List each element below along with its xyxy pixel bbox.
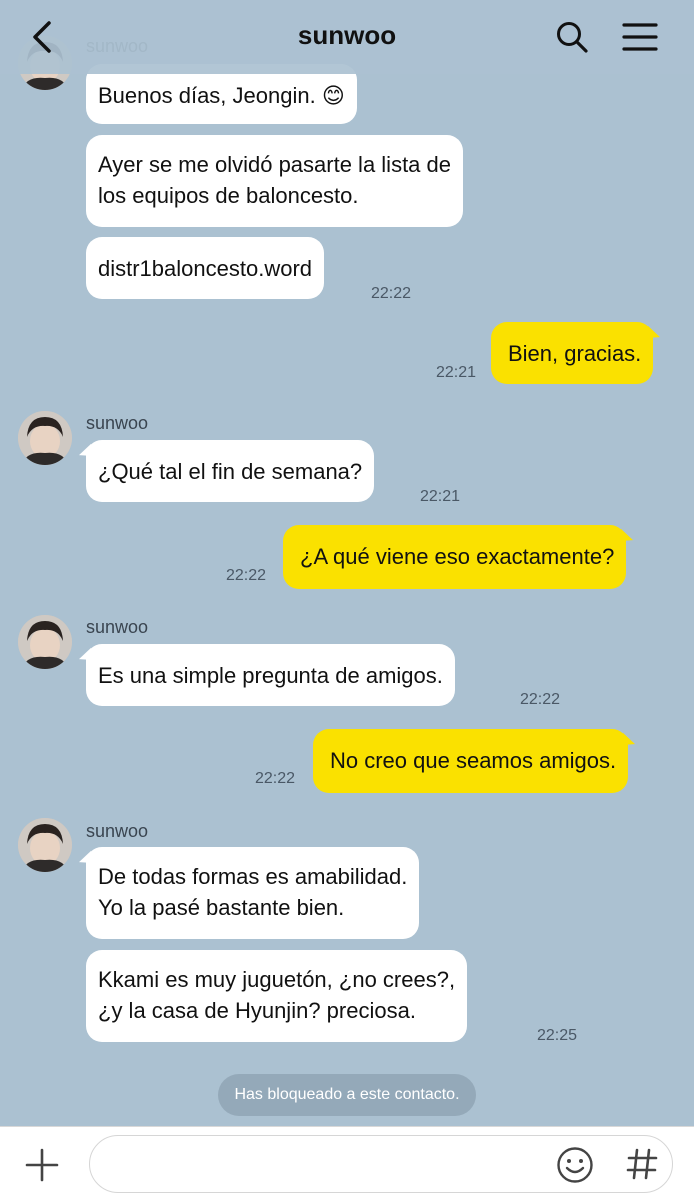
avatar[interactable] xyxy=(18,818,72,872)
menu-icon xyxy=(622,23,658,51)
hashtag-button[interactable] xyxy=(622,1144,662,1184)
file-attachment-bubble[interactable]: distr1baloncesto.word xyxy=(86,237,325,299)
message-bubble-incoming[interactable]: ¿Qué tal el fin de semana? xyxy=(86,440,375,502)
message-time: 22:22 xyxy=(371,285,412,302)
composer-bar xyxy=(0,1126,694,1200)
message-time: 22:22 xyxy=(520,691,561,708)
plus-icon xyxy=(25,1148,59,1182)
message-bubble-incoming[interactable]: Es una simple pregunta de amigos. xyxy=(86,644,455,706)
hashtag-icon xyxy=(626,1148,658,1180)
search-button[interactable] xyxy=(549,14,595,60)
chat-header: sunwoo xyxy=(0,0,694,74)
emoji-button[interactable] xyxy=(556,1146,594,1184)
message-time: 22:21 xyxy=(420,488,461,505)
sender-name: sunwoo xyxy=(86,617,149,637)
message-bubble-outgoing[interactable]: ¿A qué viene eso exactamente? xyxy=(283,525,627,589)
message-bubble-incoming[interactable]: De todas formas es amabilidad. Yo la pas… xyxy=(86,847,420,939)
add-attachment-button[interactable] xyxy=(22,1145,62,1185)
message-time: 22:25 xyxy=(537,1027,578,1044)
message-bubble-outgoing[interactable]: No creo que seamos amigos. xyxy=(313,729,629,793)
message-time: 22:21 xyxy=(436,364,477,381)
message-bubble-incoming[interactable]: Ayer se me olvidó pasarte la lista de lo… xyxy=(86,135,463,227)
sender-name: sunwoo xyxy=(86,413,149,433)
blocked-contact-notice: Has bloqueado a este contacto. xyxy=(218,1074,476,1116)
message-time: 22:22 xyxy=(226,567,267,584)
sender-name: sunwoo xyxy=(86,821,149,841)
avatar[interactable] xyxy=(18,411,72,465)
message-bubble-incoming[interactable]: Kkami es muy juguetón, ¿no crees?, ¿y la… xyxy=(86,950,468,1042)
message-bubble-outgoing[interactable]: Bien, gracias. xyxy=(491,322,654,384)
menu-button[interactable] xyxy=(617,14,663,60)
message-time: 22:22 xyxy=(255,770,296,787)
search-icon xyxy=(557,22,588,53)
emoji-icon xyxy=(557,1147,593,1183)
avatar[interactable] xyxy=(18,615,72,669)
